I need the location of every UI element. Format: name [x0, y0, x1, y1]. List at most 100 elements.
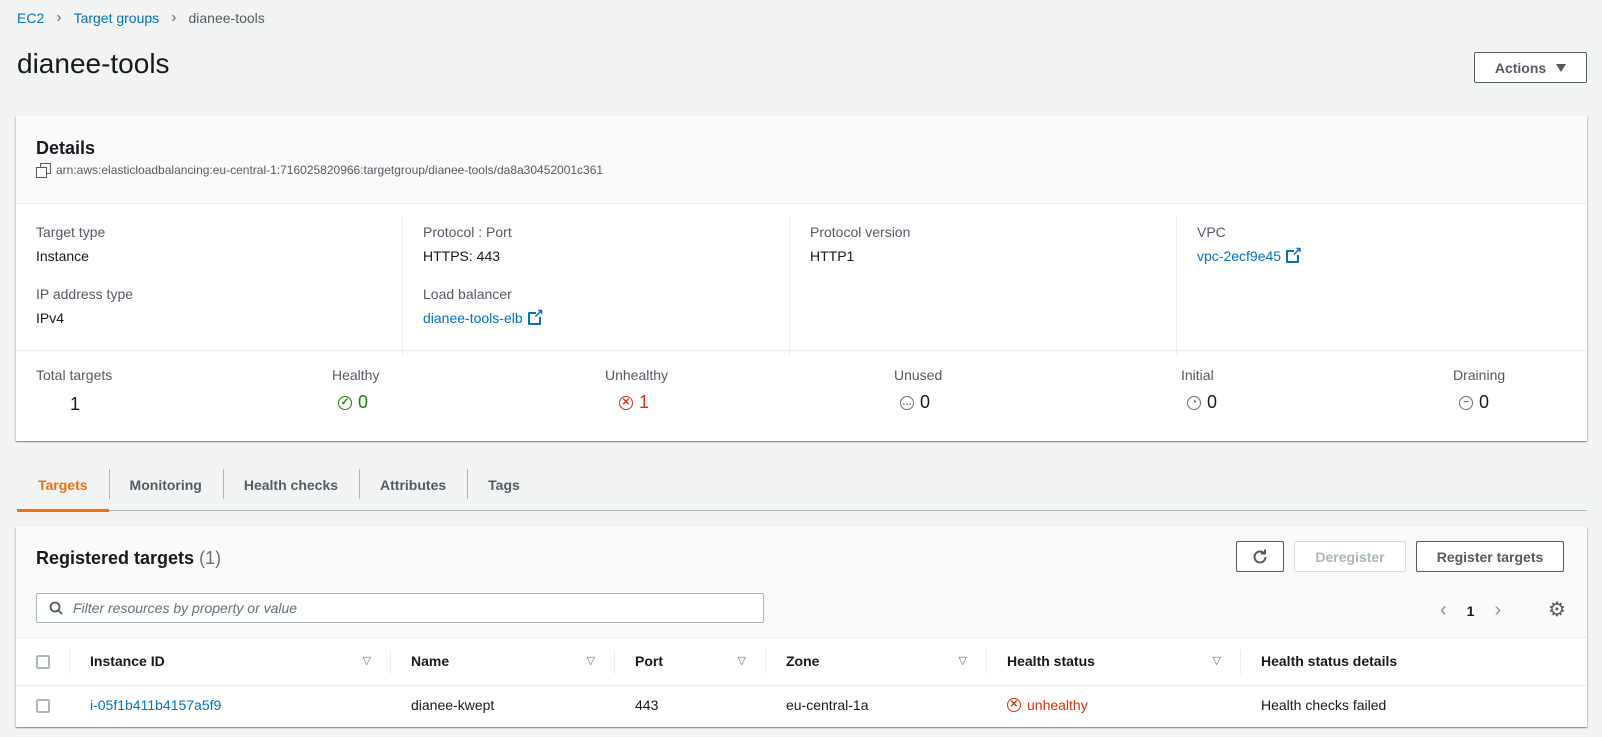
deregister-button[interactable]: Deregister [1294, 541, 1406, 572]
load-balancer-link[interactable]: dianee-tools-elb [423, 310, 523, 326]
registered-targets-panel: Registered targets (1) Deregister Regist… [16, 527, 1587, 727]
port-cell: 443 [635, 697, 659, 714]
stat-draining-label: Draining [1453, 367, 1506, 383]
stat-draining: Draining −0 [1453, 367, 1505, 413]
targets-table: Instance ID ▽ Name ▽ Port ▽ Zone ▽ Health st… [16, 638, 1587, 725]
refresh-icon [1253, 549, 1267, 563]
stat-total-label: Total targets [36, 367, 113, 383]
zone-cell: eu-central-1a [786, 697, 869, 714]
name-cell: dianee-kwept [411, 697, 495, 714]
col-health-details: Health status details [1241, 638, 1587, 686]
caret-down-icon [1556, 63, 1567, 72]
load-balancer-label: Load balancer [423, 286, 512, 302]
details-header: Details arn:aws:elasticloadbalancing:eu-… [16, 116, 1587, 204]
col-instance-id[interactable]: Instance ID ▽ [70, 638, 391, 686]
stat-initial: Initial ◔ 0 [1181, 367, 1217, 413]
col-zone-label: Zone [786, 653, 820, 670]
sort-icon: ▽ [958, 655, 967, 667]
stat-unused-label: Unused [894, 367, 943, 383]
tab-monitoring[interactable]: Monitoring [108, 459, 223, 511]
sort-icon: ▽ [1212, 655, 1221, 667]
search-box [36, 593, 764, 623]
details-col-2: Protocol : Port HTTPS: 443 Load balancer d… [403, 217, 790, 355]
stat-unused-value: 0 [920, 392, 931, 412]
col-health-status[interactable]: Health status ▽ [987, 638, 1241, 686]
col-health-details-label: Health status details [1261, 653, 1398, 670]
tab-health-checks[interactable]: Health checks [222, 459, 359, 511]
sort-icon: ▽ [586, 655, 595, 667]
tab-tags[interactable]: Tags [467, 459, 541, 511]
pagination: ‹ 1 › [1440, 599, 1501, 622]
search-input[interactable] [73, 600, 753, 616]
vpc-label: VPC [1197, 224, 1226, 240]
col-port[interactable]: Port ▽ [615, 638, 766, 686]
stat-healthy: Healthy ✓ 0 [332, 367, 379, 413]
table-row[interactable]: i-05f1b411b4157a5f9 dianee-kwept 443 eu-… [16, 685, 1587, 725]
details-columns: Target type Instance IP address type IPv4 … [16, 204, 1587, 355]
register-targets-button[interactable]: Register targets [1416, 541, 1564, 572]
clock-icon: ◔ [1187, 395, 1201, 410]
breadcrumb: EC2 › Target groups › dianee-tools [17, 9, 265, 27]
protocol-port-value: HTTPS: 443 [423, 248, 501, 264]
col-health-status-label: Health status [1007, 653, 1095, 670]
minus-circle-icon: − [1459, 395, 1473, 410]
details-title: Details [36, 138, 96, 158]
sort-icon: ▽ [362, 655, 371, 667]
chevron-right-icon: › [56, 9, 62, 26]
breadcrumb-ec2[interactable]: EC2 [17, 10, 44, 26]
registered-targets-header: Registered targets (1) Deregister Regist… [16, 527, 1587, 638]
protocol-port-label: Protocol : Port [423, 224, 512, 240]
details-col-4: VPC vpc-2ecf9e45 [1177, 217, 1587, 355]
col-name-label: Name [411, 653, 450, 670]
col-name[interactable]: Name ▽ [391, 638, 615, 686]
previous-page-icon[interactable]: ‹ [1440, 599, 1447, 622]
select-all-checkbox[interactable] [36, 655, 50, 670]
ip-type-label: IP address type [36, 286, 134, 302]
target-type-value: Instance [36, 248, 89, 264]
refresh-button[interactable] [1236, 541, 1284, 572]
select-all-cell [16, 638, 70, 686]
tab-attributes[interactable]: Attributes [359, 459, 467, 511]
col-instance-id-label: Instance ID [90, 653, 165, 670]
stat-draining-value: 0 [1479, 392, 1490, 412]
stat-unhealthy-value: 1 [639, 392, 650, 412]
health-details-cell: Health checks failed [1261, 697, 1387, 714]
stat-healthy-value: 0 [358, 392, 369, 412]
sort-icon: ▽ [737, 655, 746, 667]
details-panel: Details arn:aws:elasticloadbalancing:eu-… [16, 116, 1587, 441]
copy-icon[interactable] [36, 163, 51, 178]
ip-type-value: IPv4 [36, 310, 65, 326]
details-col-3: Protocol version HTTP1 [790, 217, 1177, 355]
vpc-link[interactable]: vpc-2ecf9e45 [1197, 248, 1281, 264]
instance-id-link[interactable]: i-05f1b411b4157a5f9 [90, 697, 221, 713]
arn-row: arn:aws:elasticloadbalancing:eu-central-… [36, 163, 1567, 178]
row-checkbox[interactable] [36, 699, 50, 714]
next-page-icon[interactable]: › [1494, 599, 1501, 622]
x-circle-icon: ✕ [1007, 698, 1021, 713]
external-link-icon [527, 306, 544, 325]
target-type-label: Target type [36, 224, 106, 240]
tab-targets[interactable]: Targets [17, 459, 109, 512]
stat-healthy-label: Healthy [332, 367, 380, 383]
search-icon [49, 601, 63, 615]
table-header-row: Instance ID ▽ Name ▽ Port ▽ Zone ▽ Health st… [16, 638, 1587, 686]
tab-bar: Targets Monitoring Health checks Attribu… [17, 459, 1587, 512]
breadcrumb-target-groups[interactable]: Target groups [74, 10, 160, 26]
arn-text: arn:aws:elasticloadbalancing:eu-central-… [56, 163, 604, 177]
actions-button[interactable]: Actions [1474, 52, 1587, 83]
breadcrumb-current: dianee-tools [188, 10, 265, 26]
stat-initial-value: 0 [1207, 392, 1218, 412]
stat-unhealthy-label: Unhealthy [605, 367, 669, 383]
col-zone[interactable]: Zone ▽ [766, 638, 987, 686]
stat-unhealthy: Unhealthy ✕ 1 [605, 367, 668, 413]
row-select-cell [16, 685, 70, 725]
x-circle-icon: ✕ [619, 395, 633, 410]
health-status-value: unhealthy [1027, 697, 1088, 714]
health-status-cell: ✕ unhealthy [987, 685, 1241, 725]
gear-icon[interactable]: ⚙ [1548, 597, 1566, 622]
current-page[interactable]: 1 [1467, 603, 1475, 619]
protocol-version-value: HTTP1 [810, 248, 855, 264]
stat-initial-label: Initial [1181, 367, 1214, 383]
ellipsis-circle-icon: … [900, 395, 914, 410]
protocol-version-label: Protocol version [810, 224, 911, 240]
